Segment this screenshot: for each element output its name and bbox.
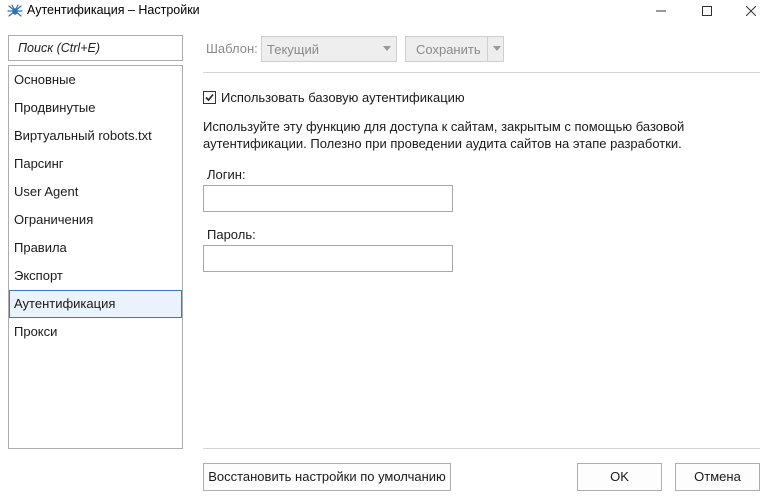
close-button[interactable] [728, 0, 770, 22]
restore-defaults-button[interactable]: Восстановить настройки по умолчанию [203, 463, 451, 491]
bottom-divider [203, 448, 760, 449]
sidebar-item-parsing[interactable]: Парсинг [9, 150, 182, 178]
template-label: Шаблон: [206, 41, 258, 56]
chevron-down-icon[interactable] [493, 46, 501, 51]
password-label: Пароль: [207, 227, 256, 242]
save-template-label: Сохранить [416, 42, 481, 57]
minimize-icon [656, 4, 666, 19]
sidebar-item-rules[interactable]: Правила [9, 234, 182, 262]
spider-icon [7, 3, 23, 19]
sidebar-item-basic[interactable]: Основные [9, 66, 182, 94]
sidebar-item-user-agent[interactable]: User Agent [9, 178, 182, 206]
window-title: Аутентификация – Настройки [27, 3, 200, 17]
top-divider [203, 72, 760, 73]
sidebar-item-robots[interactable]: Виртуальный robots.txt [9, 122, 182, 150]
basic-auth-checkbox[interactable] [203, 91, 216, 104]
settings-nav-list: Основные Продвинутые Виртуальный robots.… [8, 65, 183, 449]
password-input[interactable] [203, 245, 453, 272]
split-button-divider [487, 37, 488, 61]
sidebar-item-limits[interactable]: Ограничения [9, 206, 182, 234]
chevron-down-icon [383, 46, 391, 51]
template-select[interactable]: Текущий [261, 36, 397, 62]
close-icon [745, 4, 757, 19]
minimize-button[interactable] [638, 0, 684, 22]
sidebar-item-advanced[interactable]: Продвинутые [9, 94, 182, 122]
sidebar-item-proxy[interactable]: Прокси [9, 318, 182, 346]
sidebar-item-export[interactable]: Экспорт [9, 262, 182, 290]
login-label: Логин: [207, 167, 246, 182]
search-input[interactable]: Поиск (Ctrl+E) [8, 35, 183, 61]
ok-button[interactable]: OK [577, 463, 662, 491]
sidebar-item-authentication[interactable]: Аутентификация [9, 290, 182, 318]
cancel-button[interactable]: Отмена [675, 463, 760, 491]
login-input[interactable] [203, 185, 453, 212]
save-template-button[interactable]: Сохранить [405, 36, 504, 62]
auth-description: Используйте эту функцию для доступа к са… [203, 119, 685, 151]
maximize-icon [702, 4, 712, 19]
template-select-value: Текущий [267, 42, 319, 57]
title-bar: Аутентификация – Настройки [0, 0, 770, 22]
maximize-button[interactable] [684, 0, 730, 22]
basic-auth-label[interactable]: Использовать базовую аутентификацию [221, 90, 465, 105]
